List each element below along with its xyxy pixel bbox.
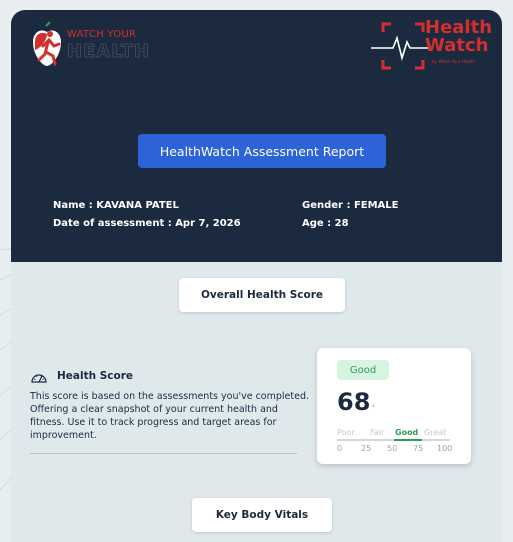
score-scale-fill bbox=[393, 439, 422, 441]
score-badge: Good bbox=[337, 360, 389, 380]
assessment-report-button[interactable]: HealthWatch Assessment Report bbox=[138, 134, 386, 168]
scale-tick: 50 bbox=[387, 444, 398, 453]
scale-label-great: Great bbox=[424, 428, 447, 437]
brand-right-tagline: by Watch Your Health bbox=[432, 59, 475, 64]
scale-label-fair: Fair bbox=[370, 428, 385, 437]
brand-right-line2: Watch bbox=[425, 35, 489, 56]
key-body-vitals-heading: Key Body Vitals bbox=[192, 498, 332, 532]
report-header: WATCH YOUR HEALTH Health Watch by Watch … bbox=[11, 10, 502, 262]
health-score-title: Health Score bbox=[57, 370, 134, 382]
overall-health-score-heading: Overall Health Score bbox=[179, 278, 345, 312]
scale-tick: 25 bbox=[361, 444, 372, 453]
health-score-card: Good 68 • Poor Fair Good Great 0 25 50 7… bbox=[317, 348, 471, 464]
patient-gender: Gender : FEMALE bbox=[302, 200, 399, 211]
gauge-icon bbox=[31, 374, 47, 383]
scale-tick: 75 bbox=[413, 444, 424, 453]
score-scale-bar bbox=[337, 439, 450, 441]
assessment-date: Date of assessment : Apr 7, 2026 bbox=[53, 218, 241, 229]
scale-tick: 0 bbox=[337, 444, 343, 453]
scale-label-poor: Poor bbox=[337, 428, 355, 437]
health-score-description: This score is based on the assessments y… bbox=[30, 391, 310, 441]
brand-left-line2: HEALTH bbox=[67, 41, 151, 63]
score-marker: • bbox=[371, 402, 376, 411]
scale-tick: 100 bbox=[437, 444, 453, 453]
score-value: 68 bbox=[337, 388, 371, 416]
patient-age: Age : 28 bbox=[302, 218, 349, 229]
brand-left-line1: WATCH YOUR bbox=[67, 29, 137, 40]
scale-label-good: Good bbox=[395, 428, 419, 437]
patient-name: Name : KAVANA PATEL bbox=[53, 200, 179, 211]
report-card: WATCH YOUR HEALTH Health Watch by Watch … bbox=[11, 10, 502, 542]
divider bbox=[30, 453, 297, 454]
